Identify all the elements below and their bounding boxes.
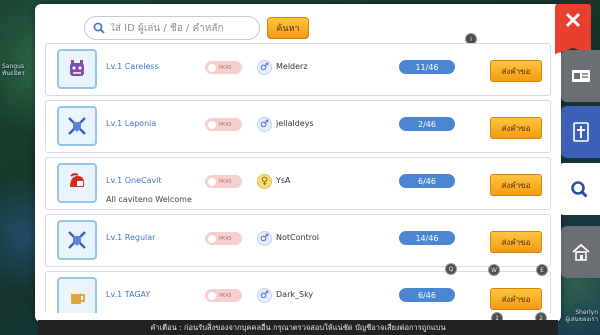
guild-row: Lv.1 OneCavit All caviteno Welcome PK45 … — [45, 157, 551, 210]
guild-row: Lv.1 Laponia PK45 ♂ jellaldeys 2/46 ส่งค… — [45, 100, 551, 153]
tab-guild-info[interactable] — [561, 106, 600, 158]
search-icon — [571, 181, 588, 198]
guild-leader: Dark_Sky — [276, 290, 314, 299]
guild-name: Lv.1 OneCavit — [106, 176, 162, 185]
guild-list: Lv.1 Careless PK45 ♂ Melderz 11/46 ส่งคำ… — [45, 43, 551, 313]
guild-name: Lv.1 Laponia — [106, 119, 157, 128]
pk-toggle: PK45 — [205, 175, 242, 188]
member-count: 11/46 — [399, 60, 455, 74]
close-icon — [565, 12, 581, 28]
mail-card-icon — [571, 70, 590, 82]
close-button[interactable] — [555, 4, 591, 54]
send-request-button[interactable]: ส่งคำขอ — [490, 117, 542, 139]
guild-leader: YsA — [276, 176, 291, 185]
hotkey-w[interactable]: W — [488, 264, 500, 276]
pk-toggle: PK45 — [205, 289, 242, 302]
guild-row: Lv.1 Careless PK45 ♂ Melderz 11/46 ส่งคำ… — [45, 43, 551, 96]
warning-ticker: คำเตือน : ก่อนรับสิ่งของจากบุคคลอื่น กรุ… — [38, 320, 558, 335]
member-count: 2/46 — [399, 117, 455, 131]
background-player-label-left: Sangus พันธมิตร — [2, 63, 25, 77]
guild-leader: Melderz — [276, 62, 308, 71]
tab-guild-house[interactable] — [561, 226, 600, 278]
house-icon — [571, 243, 590, 261]
guild-row: Lv.1 TAGAY PK45 ♂ Dark_Sky 6/46 ส่งคำขอ — [45, 271, 551, 313]
send-request-button[interactable]: ส่งคำขอ — [490, 174, 542, 196]
male-icon: ♂ — [257, 117, 272, 132]
guild-name: Lv.1 Careless — [106, 62, 159, 71]
search-input[interactable] — [110, 22, 259, 34]
guild-description: All caviteno Welcome — [106, 195, 192, 204]
send-request-button[interactable]: ส่งคำขอ — [490, 231, 542, 253]
male-icon: ♂ — [257, 60, 272, 75]
red-helmet-icon — [57, 163, 97, 203]
search-button[interactable]: ค้นหา — [267, 17, 309, 39]
cross-card-icon — [572, 122, 589, 142]
guild-row: Lv.1 Regular PK45 ♂ NotControl 14/46 ส่ง… — [45, 214, 551, 267]
tab-guild-search[interactable] — [558, 163, 600, 215]
pk-toggle: PK45 — [205, 118, 242, 131]
send-request-button[interactable]: ส่งคำขอ — [490, 288, 542, 310]
crossed-swords-shield-icon — [57, 106, 97, 146]
crossed-swords-shield-icon — [57, 220, 97, 260]
member-count: 14/46 — [399, 231, 455, 245]
hotkey-e[interactable]: E — [536, 264, 548, 276]
hotkey-q[interactable]: Q — [445, 263, 457, 275]
female-icon: ♀ — [257, 174, 272, 189]
purple-creature-icon — [57, 49, 97, 89]
background-player-label-right: Sherlyn ผู้เล่นของเรา — [565, 309, 598, 323]
search-bar — [84, 16, 260, 40]
send-request-button[interactable]: ส่งคำขอ — [490, 60, 542, 82]
male-icon: ♂ — [257, 231, 272, 246]
search-icon — [93, 22, 105, 34]
member-count: 6/46 — [399, 288, 455, 302]
male-icon: ♂ — [257, 288, 272, 303]
guild-name: Lv.1 TAGAY — [106, 290, 151, 299]
guild-leader: NotControl — [276, 233, 319, 242]
guild-leader: jellaldeys — [276, 119, 314, 128]
beer-mug-icon — [57, 277, 97, 313]
pk-toggle: PK45 — [205, 232, 242, 245]
member-count: 6/46 — [399, 174, 455, 188]
tab-guild-mail[interactable] — [561, 50, 600, 102]
pk-toggle: PK45 — [205, 61, 242, 74]
guild-name: Lv.1 Regular — [106, 233, 156, 242]
